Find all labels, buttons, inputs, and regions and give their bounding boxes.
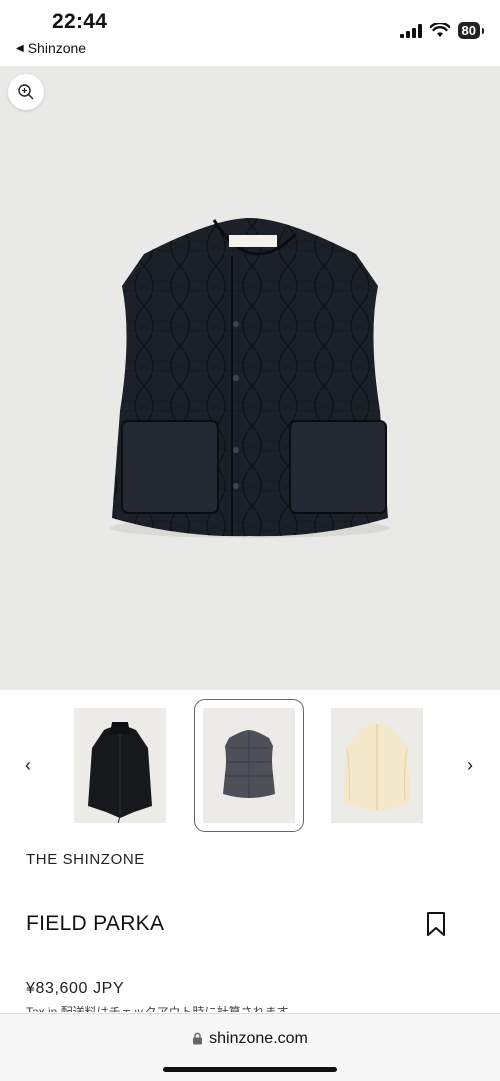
black-parka-thumbnail <box>88 722 152 825</box>
cream-parka-thumbnail <box>343 724 411 812</box>
signal-icon <box>399 23 422 38</box>
url-text: shinzone.com <box>209 1030 308 1047</box>
lock-icon <box>193 1032 203 1045</box>
wifi-icon <box>429 23 450 37</box>
url-display[interactable]: shinzone.com <box>0 1030 500 1048</box>
browser-url-bar[interactable]: shinzone.com <box>0 1013 500 1081</box>
chevron-left-icon: ‹ <box>25 755 31 775</box>
thumbnail-3[interactable] <box>331 708 423 823</box>
bookmark-icon <box>427 912 445 936</box>
status-bar: 22:44 ◀ Shinzone 80 <box>0 0 500 64</box>
tax-shipping-note: Tax in 配送料はチェックアウト時に計算されます <box>26 1005 289 1012</box>
battery-indicator: 80 <box>457 22 485 39</box>
thumbnail-2[interactable] <box>194 699 304 832</box>
quilted-vest-image <box>110 218 390 538</box>
chevron-right-icon: › <box>467 755 473 775</box>
product-price: ¥83,600 JPY <box>26 980 125 997</box>
carousel-next-button[interactable]: › <box>460 755 480 776</box>
grey-vest-thumbnail <box>223 730 275 798</box>
thumbnail-carousel: ‹ › <box>0 699 500 832</box>
bookmark-button[interactable] <box>426 911 446 942</box>
clock: 22:44 <box>52 10 108 33</box>
back-to-app[interactable]: ◀ Shinzone <box>16 40 86 56</box>
back-app-label: Shinzone <box>27 40 87 56</box>
thumbnail-1[interactable] <box>74 708 166 825</box>
system-indicators: 80 <box>399 22 485 39</box>
product-main-image[interactable] <box>0 66 500 690</box>
back-triangle-icon: ◀ <box>16 42 24 54</box>
product-title: FIELD PARKA <box>26 912 165 935</box>
product-brand[interactable]: THE SHINZONE <box>26 851 145 868</box>
vest-shape <box>112 218 388 537</box>
home-indicator <box>163 1067 337 1072</box>
carousel-prev-button[interactable]: ‹ <box>18 755 38 776</box>
